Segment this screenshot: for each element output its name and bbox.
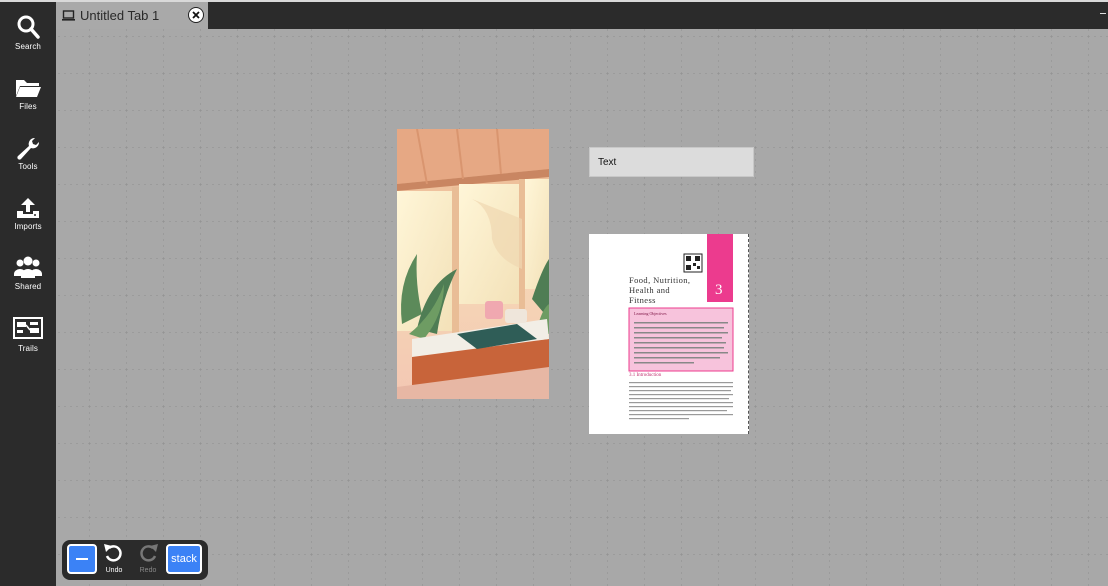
upload-icon bbox=[17, 198, 39, 218]
tab-close-button[interactable] bbox=[188, 7, 204, 23]
tab-title: Untitled Tab 1 bbox=[80, 8, 160, 23]
users-icon bbox=[14, 256, 42, 278]
redo-icon bbox=[140, 544, 158, 562]
stack-button[interactable]: stack bbox=[166, 544, 202, 574]
tab-untitled-1[interactable]: Untitled Tab 1 bbox=[56, 2, 208, 29]
laptop-icon bbox=[62, 10, 75, 21]
sidebar-item-label: Trails bbox=[18, 344, 38, 353]
sidebar-item-search[interactable]: Search bbox=[0, 14, 56, 66]
document-page-render bbox=[589, 234, 748, 434]
search-icon bbox=[17, 15, 40, 39]
text-card[interactable]: Text bbox=[589, 147, 754, 177]
undo-button[interactable]: Undo bbox=[100, 543, 128, 577]
objectives-heading: Learning Objectives bbox=[634, 311, 667, 316]
collapse-button[interactable] bbox=[67, 544, 97, 574]
undo-icon bbox=[104, 544, 122, 562]
section-heading: 3.1 Introduction bbox=[629, 373, 662, 378]
trails-icon bbox=[13, 317, 43, 339]
sidebar-item-label: Search bbox=[15, 42, 41, 51]
bedroom-image-card[interactable] bbox=[397, 129, 549, 399]
sidebar-item-label: Shared bbox=[14, 282, 42, 291]
close-icon bbox=[192, 11, 200, 19]
redo-button[interactable]: Redo bbox=[134, 543, 162, 577]
undo-label: Undo bbox=[105, 567, 123, 574]
chapter-number: 3 bbox=[715, 282, 723, 298]
redo-label: Redo bbox=[139, 567, 157, 574]
text-card-content: Text bbox=[598, 157, 617, 168]
minimize-icon[interactable] bbox=[1100, 13, 1106, 14]
sidebar-item-shared[interactable]: Shared bbox=[0, 256, 56, 308]
tab-bar: Untitled Tab 1 bbox=[56, 2, 1108, 29]
sidebar-item-imports[interactable]: Imports bbox=[0, 196, 56, 248]
sidebar: Search Files Tools Imports Shared Trails bbox=[0, 2, 56, 586]
sidebar-item-label: Imports bbox=[14, 222, 42, 231]
document-title: Food, Nutrition, Health and Fitness bbox=[629, 275, 691, 305]
sidebar-item-tools[interactable]: Tools bbox=[0, 136, 56, 188]
wrench-icon bbox=[17, 137, 40, 160]
sidebar-item-label: Tools bbox=[18, 162, 38, 171]
folder-icon bbox=[16, 80, 41, 97]
sidebar-item-label: Files bbox=[19, 102, 37, 111]
sidebar-item-files[interactable]: Files bbox=[0, 76, 56, 128]
bedroom-illustration bbox=[397, 129, 549, 399]
bottom-toolbar: Undo Redo stack bbox=[62, 540, 208, 580]
minus-icon bbox=[76, 558, 88, 560]
canvas-grid bbox=[56, 29, 1108, 586]
document-page-card[interactable]: Food, Nutrition, Health and Fitness 3 Le… bbox=[589, 234, 749, 434]
sidebar-item-trails[interactable]: Trails bbox=[0, 316, 56, 368]
freeform-canvas[interactable]: Text Food, Nutrition, Health and Fitness… bbox=[56, 29, 1108, 586]
